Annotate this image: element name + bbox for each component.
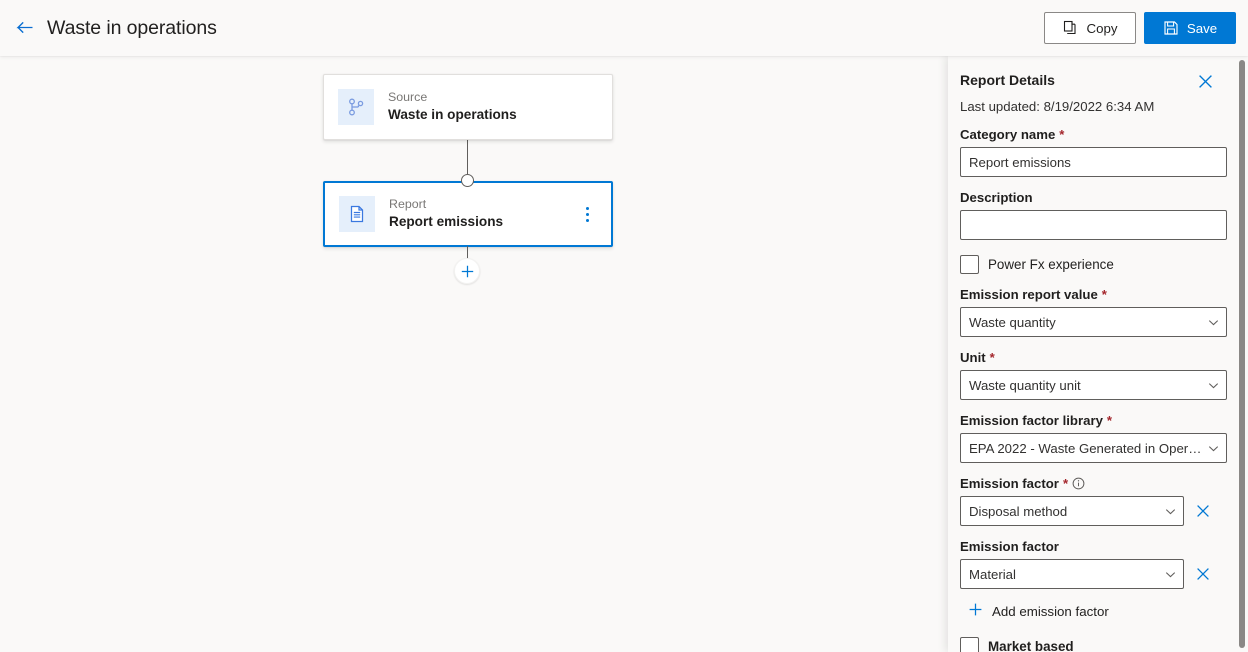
flow-node-report-name: Report emissions [389,214,504,230]
header-actions: Copy Save [1044,12,1236,44]
flow-node-source-name: Waste in operations [388,107,517,123]
required-marker: * [1101,287,1107,302]
emission-factor-library-selected: EPA 2022 - Waste Generated in Opera... [969,440,1203,456]
flow-node-source[interactable]: Source Waste in operations [323,74,613,140]
description-input[interactable] [960,210,1227,240]
power-fx-checkbox-label: Power Fx experience [988,257,1114,272]
flow-node-report-kind: Report [389,197,427,212]
panel-header: Report Details [960,70,1216,92]
emission-report-value-selected: Waste quantity [969,314,1056,330]
add-emission-factor-button[interactable]: Add emission factor [968,602,1109,620]
copy-icon [1062,20,1078,36]
flow-node-report[interactable]: Report Report emissions [323,181,613,247]
category-name-value: Report emissions [969,154,1071,170]
save-disk-icon [1163,20,1179,36]
chevron-down-icon [1208,319,1219,325]
last-updated-text: Last updated: 8/19/2022 6:34 AM [960,99,1155,114]
category-name-input[interactable]: Report emissions [960,147,1227,177]
panel-title: Report Details [960,72,1055,88]
page-title: Waste in operations [47,16,217,39]
required-marker: * [1062,476,1069,491]
save-button[interactable]: Save [1144,12,1236,44]
chevron-down-icon [1165,571,1176,577]
emission-factor-1-selected: Disposal method [969,503,1068,519]
chevron-down-icon [1208,382,1219,388]
emission-factor-1-dropdown[interactable]: Disposal method [960,496,1184,526]
emission-factor-2-label: Emission factor [960,539,1059,554]
unit-dropdown[interactable]: Waste quantity unit [960,370,1227,400]
required-marker: * [1059,127,1065,142]
emission-factor-1-clear-icon[interactable] [1192,496,1214,526]
flow-node-source-kind: Source [388,90,428,105]
more-vertical-icon[interactable] [577,202,597,226]
branch-fork-icon [338,89,374,125]
unit-selected: Waste quantity unit [969,377,1081,393]
market-based-checkbox-box [960,637,979,652]
category-name-label: Category name * [960,127,1065,142]
required-marker: * [989,350,995,365]
market-based-checkbox[interactable]: Market based [960,637,1216,652]
add-node-button[interactable] [454,258,480,284]
connector-node-dot[interactable] [460,174,474,187]
flow-node-source-text: Source Waste in operations [388,90,517,123]
report-details-panel: Report Details Last updated: 8/19/2022 6… [948,56,1248,652]
flow-node-report-text: Report Report emissions [389,197,503,230]
flow-canvas[interactable]: Source Waste in operations Report Report… [0,56,948,652]
chevron-down-icon [1208,445,1219,451]
emission-report-value-dropdown[interactable]: Waste quantity [960,307,1227,337]
save-button-label: Save [1186,20,1218,36]
emission-factor-2-row: Material [960,554,1216,589]
close-icon[interactable] [1194,70,1216,92]
emission-factor-1-row: Disposal method [960,491,1216,526]
emission-factor-2-selected: Material [969,566,1016,582]
unit-label: Unit * [960,350,995,365]
back-arrow-icon[interactable] [13,16,37,40]
info-circle-icon[interactable] [1072,477,1085,490]
description-label: Description [960,190,1033,205]
emission-report-value-label: Emission report value * [960,287,1107,302]
add-emission-factor-label: Add emission factor [992,603,1109,619]
copy-button-label: Copy [1086,20,1118,36]
plus-icon [968,602,983,620]
emission-factor-library-label: Emission factor library * [960,413,1113,428]
copy-button[interactable]: Copy [1044,12,1136,44]
market-based-checkbox-label: Market based [988,639,1074,652]
document-icon [339,196,375,232]
emission-factor-2-dropdown[interactable]: Material [960,559,1184,589]
app-header: Waste in operations Copy Save [0,0,1248,56]
emission-factor-2-clear-icon[interactable] [1192,559,1214,589]
panel-vertical-scrollbar[interactable] [1239,60,1245,648]
required-marker: * [1106,413,1113,428]
report-details-panel-content: Report Details Last updated: 8/19/2022 6… [948,56,1236,652]
chevron-down-icon [1165,508,1176,514]
emission-factor-library-dropdown[interactable]: EPA 2022 - Waste Generated in Opera... [960,433,1227,463]
emission-factor-1-label: Emission factor * [960,476,1216,491]
app-root: Waste in operations Copy Save Source Was… [0,0,1248,652]
power-fx-checkbox[interactable]: Power Fx experience [960,255,1216,274]
power-fx-checkbox-box [960,255,979,274]
